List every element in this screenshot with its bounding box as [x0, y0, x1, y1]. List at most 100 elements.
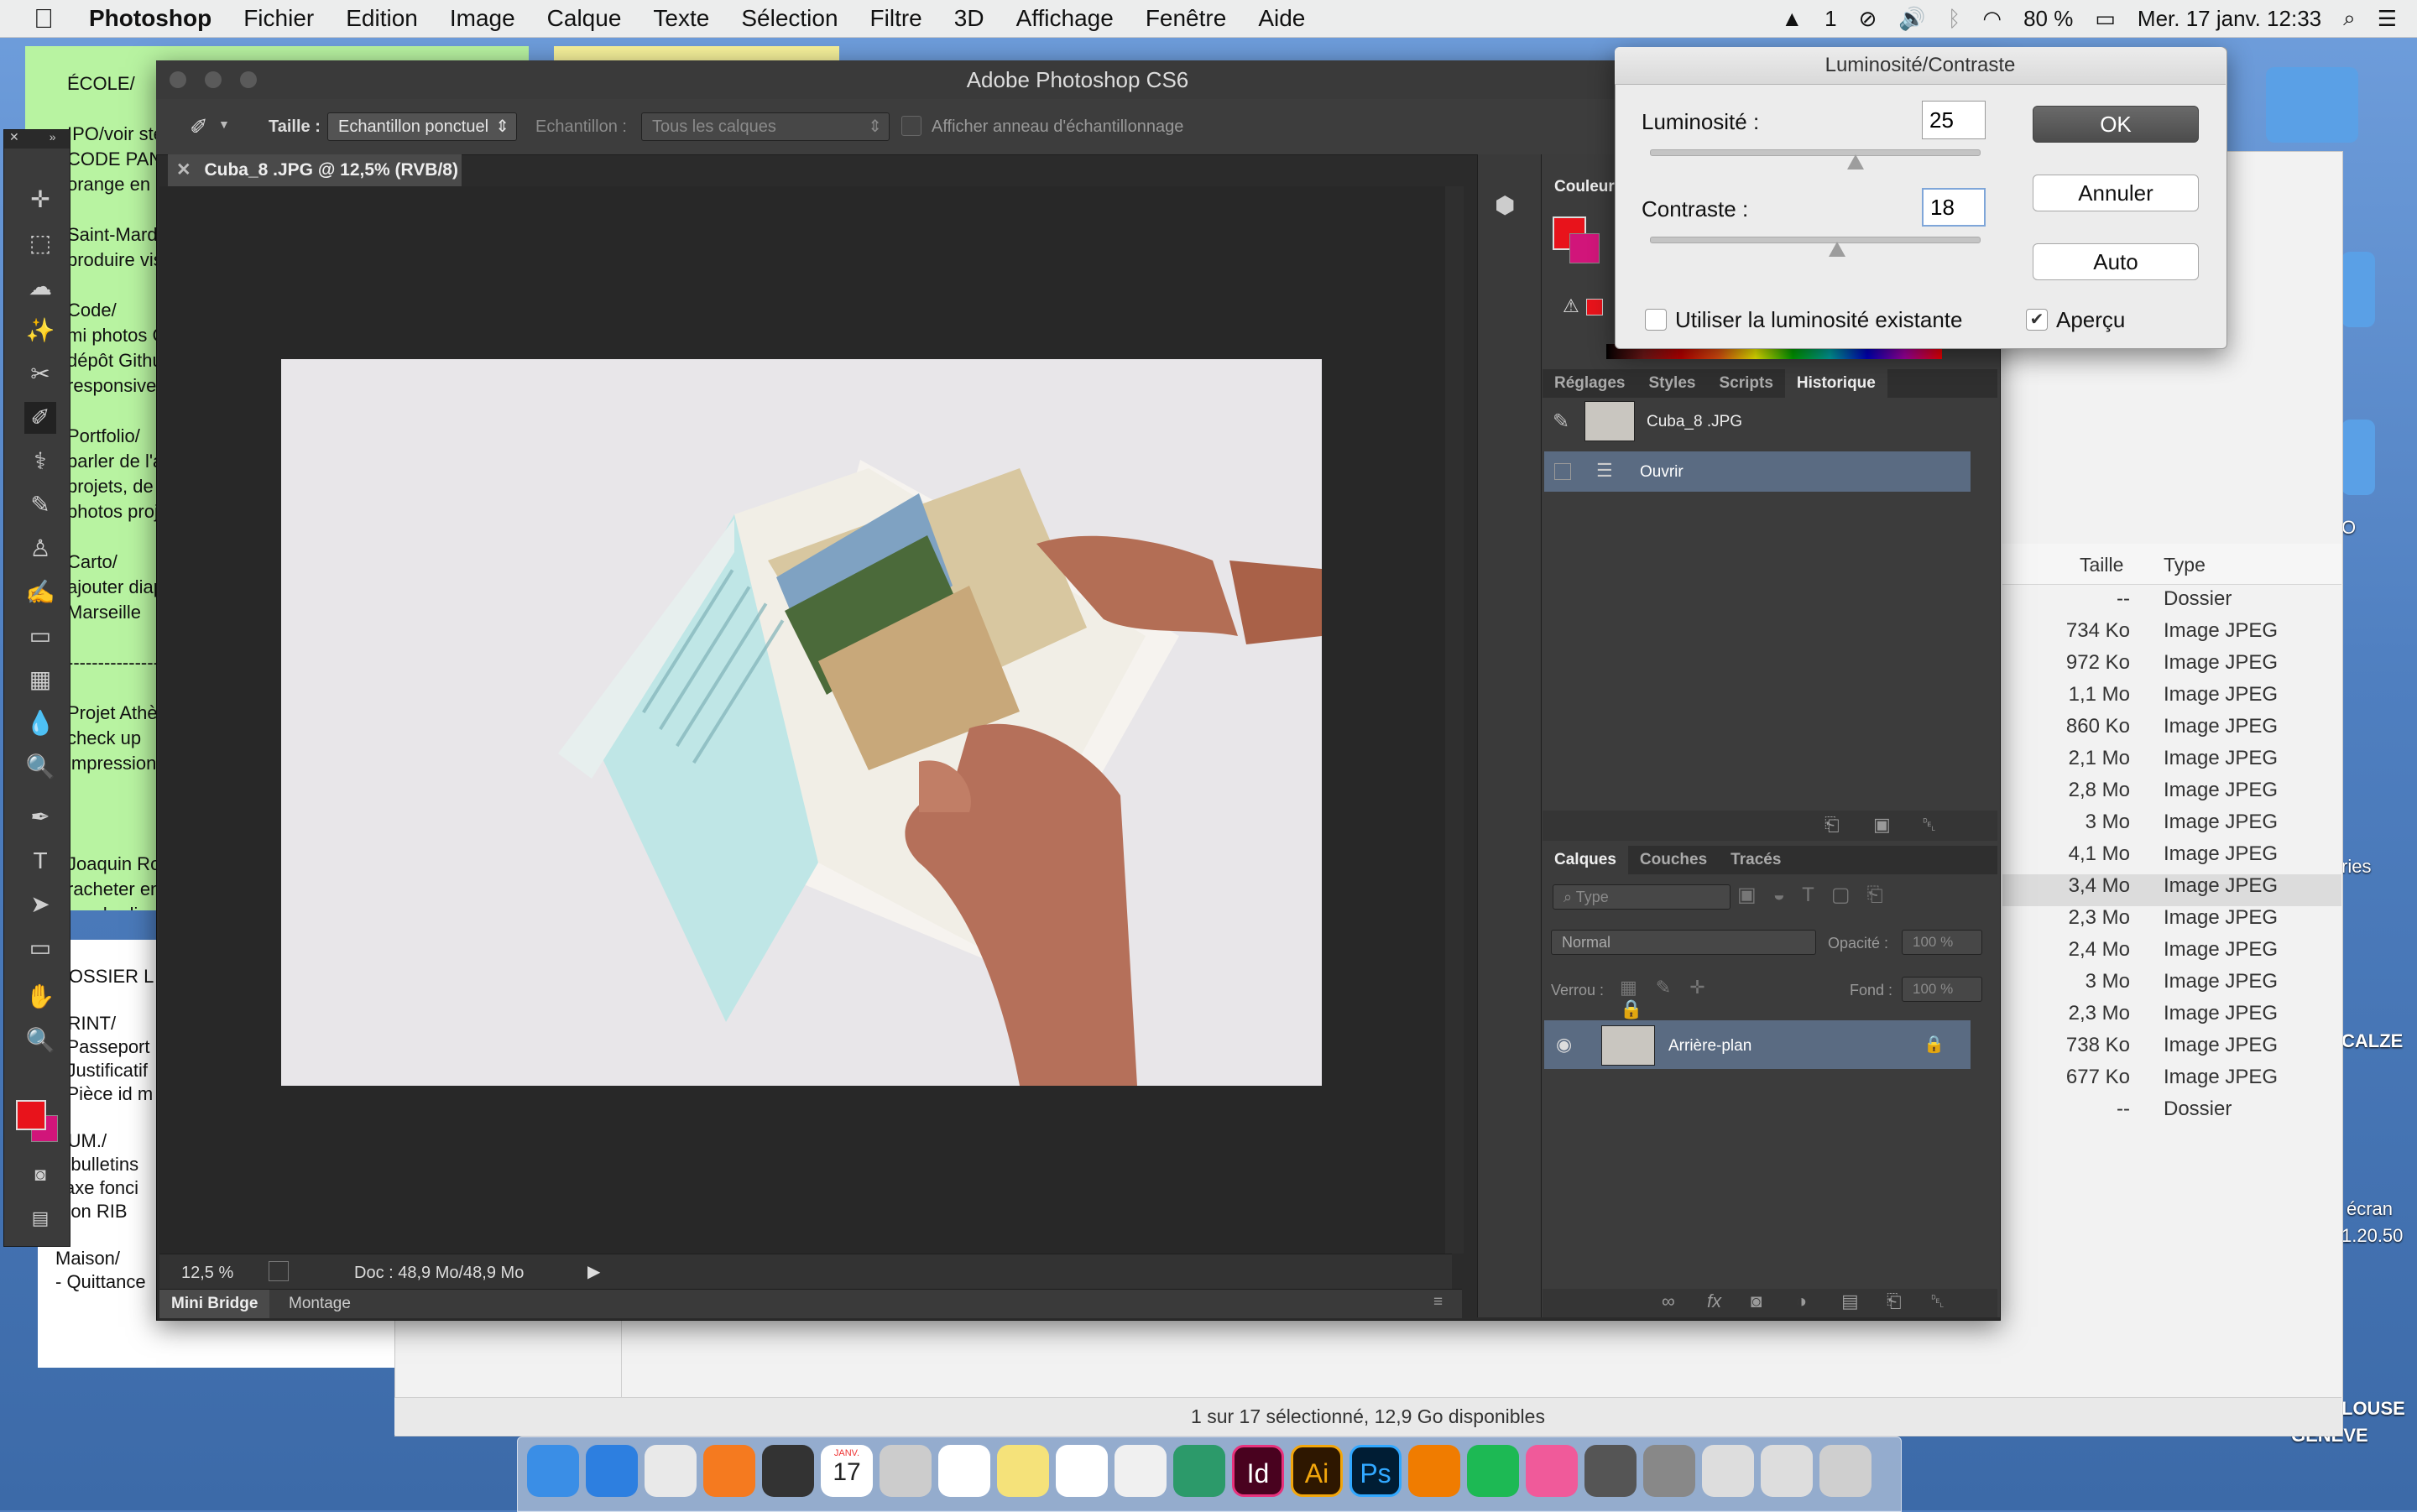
do-not-disturb-icon[interactable]: ⊘ [1859, 6, 1877, 32]
wifi-icon[interactable]: ◠ [1982, 6, 2002, 32]
notification-center-icon[interactable]: ☰ [2378, 6, 2397, 32]
chrome-icon[interactable] [645, 1445, 697, 1497]
menu-affichage[interactable]: Affichage [1016, 5, 1114, 32]
finder-row[interactable]: 3 Mo Image JPEG [2002, 811, 2341, 842]
history-brush-icon[interactable]: ✍ [24, 576, 56, 608]
bluetooth-icon[interactable]: ᛒ [1948, 6, 1961, 32]
finder-row[interactable]: 2,4 Mo Image JPEG [2002, 938, 2341, 970]
menu-image[interactable]: Image [450, 5, 515, 32]
eraser-tool-icon[interactable]: ▭ [24, 620, 56, 652]
rectangle-tool-icon[interactable]: ▭ [24, 932, 56, 964]
menu-app-photoshop[interactable]: Photoshop [89, 5, 211, 32]
history-item-open[interactable]: ☰ Ouvrir [1544, 451, 1971, 492]
menu-fenetre[interactable]: Fenêtre [1146, 5, 1227, 32]
menu-calque[interactable]: Calque [547, 5, 622, 32]
finder-row[interactable]: 677 Ko Image JPEG [2002, 1066, 2341, 1098]
opacity-field[interactable]: 100 % [1902, 930, 1982, 955]
zoom-tool-icon[interactable]: 🔍 [24, 1025, 56, 1056]
sample-size-select[interactable]: Echantillon ponctuel ⇕ [327, 112, 517, 141]
spotlight-search-icon[interactable]: ⌕ [2343, 5, 2356, 32]
brightness-field[interactable] [1922, 101, 1986, 139]
new-group-icon[interactable]: ▤ [1841, 1290, 1859, 1312]
layer-row-background[interactable]: ◉ Arrière-plan 🔒 [1544, 1020, 1971, 1069]
screenshot-icon[interactable] [1702, 1445, 1754, 1497]
blur-tool-icon[interactable]: 💧 [24, 707, 56, 739]
volume-icon[interactable]: 🔊 [1898, 6, 1925, 32]
itunes-icon[interactable] [1526, 1445, 1578, 1497]
lock-icons[interactable]: ▦✎✛🔒 [1620, 977, 1754, 1020]
healing-brush-icon[interactable]: ⚕ [24, 446, 56, 477]
spotify-icon[interactable] [1467, 1445, 1519, 1497]
pen-tool-icon[interactable]: ✒ [24, 801, 56, 833]
close-icon[interactable]: ✕ [9, 130, 19, 143]
vertical-scrollbar[interactable] [1445, 186, 1464, 1254]
type-tool-icon[interactable]: T [24, 845, 56, 877]
apple-icon[interactable]:  [34, 3, 54, 34]
layer-filter-select[interactable]: ⌕ Type [1553, 884, 1731, 910]
finder-row[interactable]: 734 Ko Image JPEG [2002, 619, 2341, 651]
eye-visibility-icon[interactable]: ◉ [1556, 1034, 1572, 1056]
stamp-tool-icon[interactable]: ♙ [24, 533, 56, 565]
close-window-button[interactable] [170, 71, 186, 88]
gamut-swatch[interactable] [1586, 299, 1603, 315]
fill-field[interactable]: 100 % [1902, 977, 1982, 1002]
sample-layers-select[interactable]: Tous les calques ⇕ [641, 112, 890, 141]
tab-couches[interactable]: Couches [1628, 846, 1719, 874]
screenshot-icon-2[interactable] [1761, 1445, 1813, 1497]
illustrator-icon[interactable]: Ai [1291, 1445, 1343, 1497]
brush-tool-icon[interactable]: ✎ [24, 489, 56, 521]
folder-icon[interactable] [2266, 67, 2358, 143]
menu-texte[interactable]: Texte [653, 5, 709, 32]
calendar-icon[interactable]: JANV. 17 [821, 1445, 873, 1497]
link-layers-icon[interactable]: ∞ [1662, 1290, 1675, 1312]
finder-row[interactable]: 2,3 Mo Image JPEG [2002, 906, 2341, 938]
menu-selection[interactable]: Sélection [741, 5, 838, 32]
finder-row[interactable]: 4,1 Mo Image JPEG [2002, 842, 2341, 874]
clock[interactable]: Mer. 17 janv. 12:33 [2138, 6, 2321, 32]
camera-snapshot-icon[interactable]: ▣ [1873, 814, 1891, 836]
blend-mode-select[interactable]: Normal [1551, 930, 1816, 955]
marquee-tool-icon[interactable]: ⬚ [24, 227, 56, 259]
auto-button[interactable]: Auto [2033, 243, 2199, 280]
finder-row[interactable]: 738 Ko Image JPEG [2002, 1034, 2341, 1066]
finder-icon[interactable] [527, 1445, 579, 1497]
photo-booth-icon[interactable] [762, 1445, 814, 1497]
menu-filtre[interactable]: Filtre [870, 5, 922, 32]
battery-percent[interactable]: 80 % [2023, 6, 2073, 32]
zoom-window-button[interactable] [240, 71, 257, 88]
stickies-icon[interactable] [997, 1445, 1049, 1497]
minimize-window-button[interactable] [205, 71, 222, 88]
folder-icon[interactable] [2341, 420, 2375, 495]
preview-checkbox[interactable]: ✔ [2026, 309, 2048, 331]
column-header-size[interactable]: Taille [2080, 554, 2123, 576]
quick-mask-icon[interactable]: ◙ [24, 1159, 56, 1191]
system-preferences-icon[interactable] [1643, 1445, 1695, 1497]
dodge-tool-icon[interactable]: 🔍 [24, 751, 56, 783]
contrast-slider-thumb[interactable] [1829, 242, 1846, 257]
move-tool-icon[interactable]: ✛ [24, 184, 56, 216]
tab-historique[interactable]: Historique [1784, 369, 1887, 398]
tab-reglages[interactable]: Réglages [1543, 369, 1637, 398]
menu-edition[interactable]: Edition [346, 5, 418, 32]
history-brush-icon[interactable]: ✎ [1553, 409, 1569, 434]
atom-icon[interactable] [1173, 1445, 1225, 1497]
input-badge[interactable]: 1 [1824, 6, 1836, 32]
screen-mode-icon[interactable]: ▤ [24, 1202, 56, 1234]
finder-row[interactable]: 2,8 Mo Image JPEG [2002, 779, 2341, 811]
brightness-slider-track[interactable] [1650, 149, 1981, 156]
finder-row[interactable]: 860 Ko Image JPEG [2002, 715, 2341, 747]
new-layer-icon[interactable]: ⎗ [1887, 1290, 1902, 1312]
folder-icon[interactable] [2341, 252, 2375, 327]
photos-icon[interactable] [938, 1445, 990, 1497]
trash-icon[interactable]: ␡ [1930, 1290, 1945, 1312]
indesign-icon[interactable]: Id [1232, 1445, 1284, 1497]
cancel-button[interactable]: Annuler [2033, 175, 2199, 211]
play-arrow-icon[interactable]: ▶ [587, 1261, 600, 1282]
legacy-checkbox[interactable] [1645, 309, 1667, 331]
trash-icon[interactable]: ␡ [1922, 814, 1937, 836]
3d-panel-icon[interactable]: ⬢ [1495, 191, 1525, 222]
finder-row[interactable]: -- Dossier [2002, 587, 2341, 619]
trash-icon[interactable] [1819, 1445, 1871, 1497]
gradient-tool-icon[interactable]: ▦ [24, 664, 56, 696]
column-header-type[interactable]: Type [2164, 554, 2206, 576]
